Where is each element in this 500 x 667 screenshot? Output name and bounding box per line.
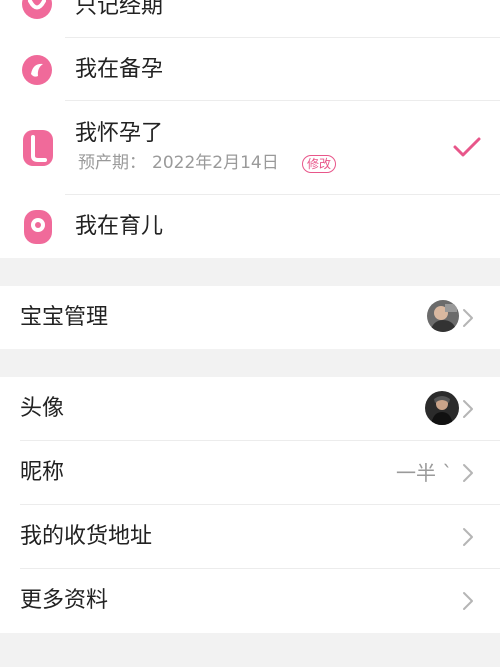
avatar-label: 头像: [20, 396, 65, 421]
trying-to-conceive-icon: [21, 54, 53, 86]
user-avatar: [425, 391, 459, 425]
edit-due-date-button[interactable]: 修改: [302, 155, 337, 173]
baby-section: 宝宝管理: [0, 286, 500, 349]
shipping-address-label: 我的收货地址: [20, 524, 153, 549]
more-info-item[interactable]: 更多资料: [0, 569, 500, 633]
mode-item-label: 我怀孕了: [75, 121, 164, 146]
nickname-label: 昵称: [20, 460, 65, 485]
mode-item-label: 只记经期: [75, 0, 164, 19]
chevron-right-icon: [463, 592, 473, 610]
pregnant-icon: [23, 130, 53, 166]
mode-item-trying[interactable]: 我在备孕: [0, 38, 500, 100]
mode-item-label: 我在备孕: [75, 57, 164, 82]
due-date-value: 2022年2月14日: [152, 153, 279, 173]
mode-item-label: 我在育儿: [75, 214, 164, 239]
profile-section: 头像 昵称 一半 ` 我的收货地址 更多资料: [0, 377, 500, 633]
mode-item-period-only[interactable]: 只记经期: [0, 0, 500, 37]
due-date-prefix: 预产期：: [78, 153, 146, 173]
period-icon: [21, 0, 53, 20]
mode-item-parenting[interactable]: 我在育儿: [0, 195, 500, 258]
chevron-right-icon: [463, 528, 473, 546]
chevron-right-icon: [463, 464, 473, 482]
baby-management-item[interactable]: 宝宝管理: [0, 286, 500, 349]
mode-list: 只记经期 我在备孕 我怀孕了 预产期： 2022年2月14日 修改 我在育儿: [0, 0, 500, 258]
parenting-icon: [24, 210, 52, 244]
shipping-address-item[interactable]: 我的收货地址: [0, 505, 500, 568]
chevron-right-icon: [463, 400, 473, 418]
nickname-value: 一半 `: [396, 461, 453, 485]
avatar-item[interactable]: 头像: [0, 377, 500, 440]
more-info-label: 更多资料: [20, 588, 109, 613]
baby-avatar: [427, 300, 459, 332]
chevron-right-icon: [463, 309, 473, 327]
checkmark-icon: [452, 135, 482, 159]
baby-management-label: 宝宝管理: [20, 305, 109, 330]
mode-item-pregnant[interactable]: 我怀孕了 预产期： 2022年2月14日 修改: [0, 101, 500, 193]
nickname-item[interactable]: 昵称 一半 `: [0, 441, 500, 504]
